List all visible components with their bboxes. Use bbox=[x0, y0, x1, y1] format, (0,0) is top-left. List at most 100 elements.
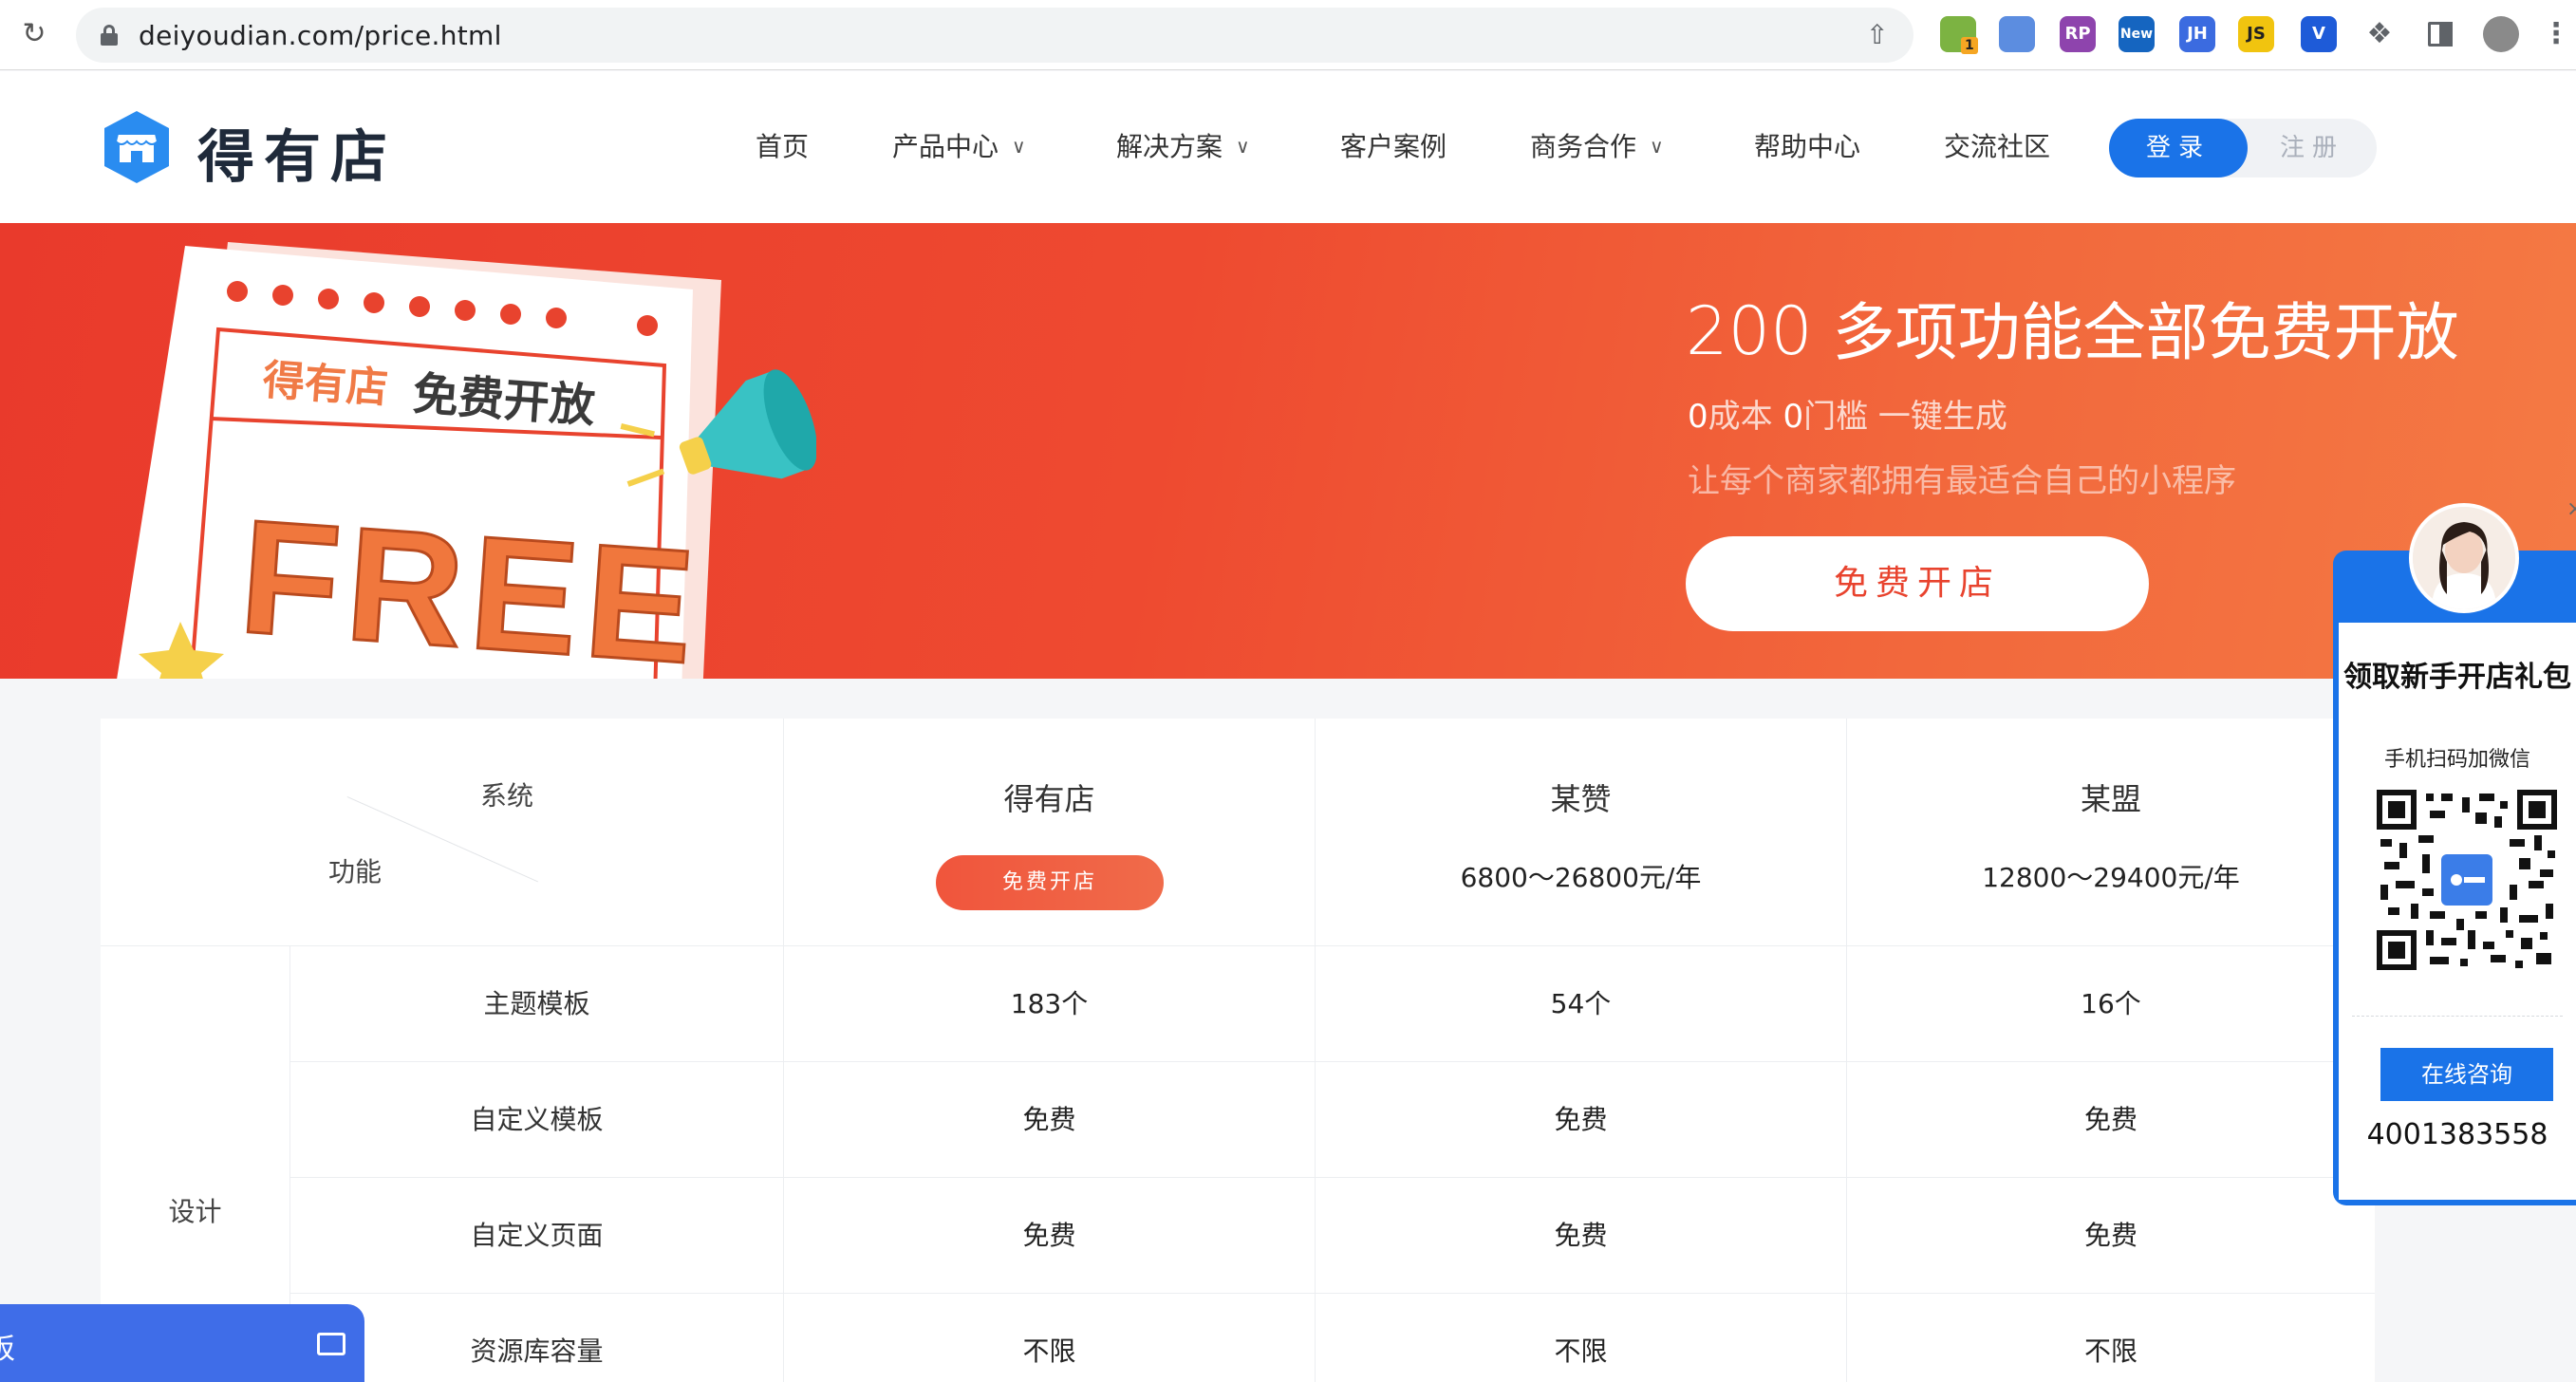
feature-name: 资源库容量 bbox=[290, 1294, 784, 1382]
scan-hint: 手机扫码加微信 bbox=[2383, 748, 2530, 772]
table-cell: 54个 bbox=[1316, 946, 1847, 1062]
nav-community[interactable]: 交流社区 bbox=[1944, 126, 2050, 164]
browser-toolbar: ↻ deiyoudian.com/price.html ⇧ ☆ 1 RP New JH… bbox=[0, 0, 2576, 70]
chrome-ext-js-icon[interactable]: JS bbox=[2238, 16, 2274, 52]
chrome-ext-jh-icon[interactable]: JH bbox=[2179, 16, 2215, 52]
lock-icon[interactable] bbox=[101, 25, 118, 46]
logo-icon[interactable] bbox=[99, 109, 175, 185]
login-button[interactable]: 登录 bbox=[2109, 119, 2248, 177]
address-bar[interactable]: deiyoudian.com/price.html ⇧ ☆ bbox=[76, 8, 1966, 63]
nav-label: 商务合作 bbox=[1530, 131, 1637, 162]
table-row: 自定义模板 免费 免费 免费 bbox=[290, 1062, 2375, 1178]
feature-name: 主题模板 bbox=[290, 946, 784, 1062]
table-row: 自定义页面 免费 免费 免费 bbox=[290, 1178, 2375, 1294]
nav-label: 帮助中心 bbox=[1754, 131, 1861, 162]
hero-banner: 得有店 免费开放 FREE 200 多项功能全部免费开放 0成本 0门槛 一键生… bbox=[0, 223, 2576, 679]
free-notepad-illustration: 得有店 免费开放 FREE bbox=[117, 242, 816, 679]
banner-text-cost: 成本 bbox=[1708, 398, 1783, 436]
nav-help[interactable]: 帮助中心 bbox=[1754, 126, 1860, 164]
chrome-ext-v-icon[interactable]: V bbox=[2301, 16, 2337, 52]
chrome-ext-rp-icon[interactable]: RP bbox=[2060, 16, 2096, 52]
maximize-icon[interactable] bbox=[317, 1333, 345, 1355]
table-row: 主题模板 183个 54个 16个 bbox=[290, 946, 2375, 1062]
gift-title: 领取新手开店礼包 bbox=[2343, 661, 2571, 694]
corner-system-label: 系统 bbox=[480, 780, 534, 812]
share-icon[interactable]: ⇧ bbox=[1866, 19, 1888, 50]
table-cell: 免费 bbox=[2083, 1104, 2137, 1135]
table-cell: 不限 bbox=[1316, 1294, 1847, 1382]
banner-num-zero-cost: 0 bbox=[1688, 398, 1708, 436]
feature-name: 自定义页面 bbox=[290, 1178, 784, 1294]
register-button[interactable]: 注册 bbox=[2248, 119, 2377, 177]
extension-badge: 1 bbox=[1961, 37, 1978, 54]
nav-products[interactable]: 产品中心 ∨ bbox=[892, 126, 1026, 164]
open-store-small-button[interactable]: 免费开店 bbox=[936, 855, 1164, 910]
art-brand-text: 得有店 bbox=[260, 357, 389, 412]
chevron-down-icon: ∨ bbox=[1650, 135, 1664, 158]
hotline-number[interactable]: 4001383558 bbox=[2339, 1118, 2576, 1151]
nav-solutions[interactable]: 解决方案 ∨ bbox=[1116, 126, 1250, 164]
comparison-table: 系统 功能 得有店 免费开店 某赞 6800～26800元/年 某盟 12800… bbox=[101, 719, 2375, 1382]
menu-more-icon[interactable]: ⋮ bbox=[2542, 16, 2570, 52]
feature-name: 自定义模板 bbox=[290, 1062, 784, 1178]
table-cell: 不限 bbox=[784, 1294, 1316, 1382]
banner-title-text: 多项功能全部免费开放 bbox=[1812, 296, 2459, 369]
nav-label: 首页 bbox=[756, 131, 810, 162]
contact-card: 领取新手开店礼包 手机扫码加微信 在线咨询 4001383558 bbox=[2339, 623, 2576, 1200]
nav-home[interactable]: 首页 bbox=[756, 126, 809, 164]
column-header-mouzan: 某赞 6800～26800元/年 bbox=[1316, 719, 1847, 946]
side-panel-icon[interactable] bbox=[2422, 16, 2458, 52]
reload-icon[interactable]: ↻ bbox=[17, 17, 51, 51]
banner-subtitle: 0成本 0门槛 一键生成 bbox=[1688, 390, 2007, 437]
corner-function-label: 功能 bbox=[328, 856, 383, 887]
table-cell: 免费 bbox=[1316, 1062, 1847, 1178]
banner-tagline: 让每个商家都拥有最适合自己的小程序 bbox=[1688, 462, 2236, 500]
url-text[interactable]: deiyoudian.com/price.html bbox=[139, 20, 502, 51]
chevron-down-icon: ∨ bbox=[1236, 135, 1250, 158]
profile-avatar[interactable] bbox=[2483, 16, 2519, 52]
chevron-down-icon: ∨ bbox=[1012, 135, 1026, 158]
site-header: 得有店 首页 产品中心 ∨ 解决方案 ∨ 客户案例 商务合作 ∨ 帮助中心 交流社区 … bbox=[0, 71, 2576, 223]
chrome-ext-1-icon[interactable]: 1 bbox=[1940, 16, 1978, 54]
nav-label: 解决方案 bbox=[1116, 131, 1223, 162]
banner-title-number: 200 bbox=[1686, 292, 1813, 370]
nav-label: 产品中心 bbox=[892, 131, 999, 162]
table-cell: 16个 bbox=[2081, 988, 2141, 1019]
close-icon[interactable]: × bbox=[2567, 497, 2576, 521]
column-title: 某盟 bbox=[2080, 781, 2141, 817]
bottom-widget-label: 板 bbox=[0, 1333, 15, 1366]
logo-text[interactable]: 得有店 bbox=[197, 111, 397, 194]
table-cell: 不限 bbox=[2083, 1335, 2137, 1367]
extensions-puzzle-icon[interactable]: ❖ bbox=[2361, 16, 2398, 52]
art-free-text: FREE bbox=[234, 486, 706, 679]
banner-text-threshold: 门槛 一键生成 bbox=[1803, 398, 2007, 436]
online-consult-button[interactable]: 在线咨询 bbox=[2380, 1048, 2553, 1101]
chrome-ext-new-icon[interactable]: New bbox=[2119, 16, 2155, 52]
contact-float-widget: 领取新手开店礼包 手机扫码加微信 在线咨询 4001383558 bbox=[2333, 551, 2576, 1205]
nav-business[interactable]: 商务合作 ∨ bbox=[1530, 126, 1664, 164]
nav-cases[interactable]: 客户案例 bbox=[1340, 126, 1447, 164]
wechat-qr-code bbox=[2377, 790, 2557, 970]
table-cell: 免费 bbox=[1316, 1178, 1847, 1294]
table-cell: 免费 bbox=[2083, 1220, 2137, 1251]
banner-title: 200 多项功能全部免费开放 bbox=[1686, 282, 2459, 373]
table-cell: 免费 bbox=[784, 1178, 1316, 1294]
column-price: 12800～29400元/年 bbox=[1982, 862, 2240, 893]
category-label: 设计 bbox=[168, 1196, 222, 1227]
chrome-ext-2-icon[interactable] bbox=[1999, 16, 2035, 52]
column-title: 某赞 bbox=[1550, 781, 1612, 817]
banner-num-zero-threshold: 0 bbox=[1783, 398, 1804, 436]
table-corner-header: 系统 功能 bbox=[101, 719, 784, 946]
column-header-deyoudian: 得有店 免费开店 bbox=[784, 719, 1316, 946]
auth-group: 登录 注册 bbox=[2109, 119, 2377, 177]
nav-label: 交流社区 bbox=[1944, 131, 2051, 162]
column-title: 得有店 bbox=[1003, 781, 1095, 817]
table-row: 资源库容量 不限 不限 不限 bbox=[290, 1294, 2375, 1382]
column-header-moumeng: 某盟 12800～29400元/年 bbox=[1847, 719, 2375, 946]
table-cell: 183个 bbox=[784, 946, 1316, 1062]
open-store-button[interactable]: 免费开店 bbox=[1686, 536, 2149, 631]
nav-label: 客户案例 bbox=[1340, 131, 1447, 162]
bottom-chat-widget[interactable]: 板 bbox=[0, 1304, 364, 1382]
column-price: 6800～26800元/年 bbox=[1460, 862, 1702, 893]
table-cell: 免费 bbox=[784, 1062, 1316, 1178]
